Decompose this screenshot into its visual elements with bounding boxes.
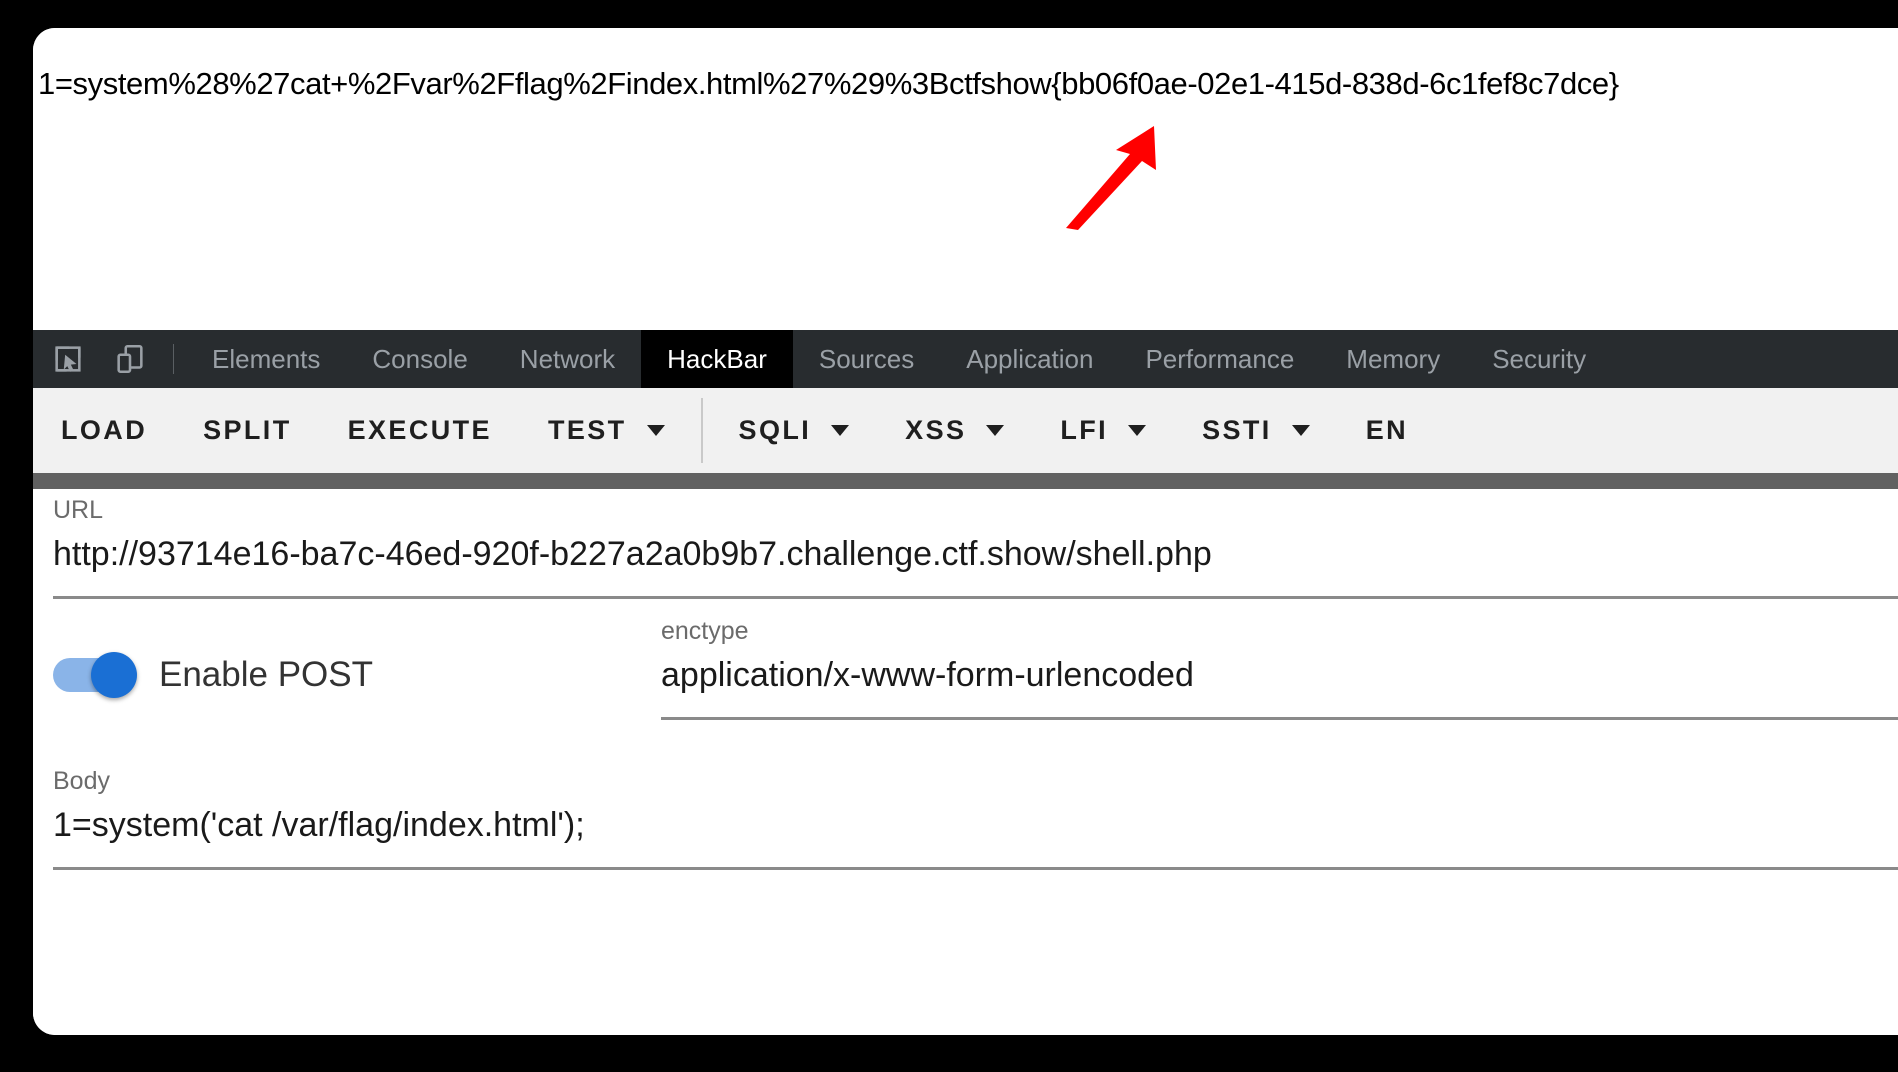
toggle-knob	[91, 652, 137, 698]
tab-sources[interactable]: Sources	[793, 330, 940, 388]
panel-separator	[33, 473, 1898, 489]
body-input[interactable]: 1=system('cat /var/flag/index.html');	[53, 806, 1898, 845]
device-toolbar-icon[interactable]	[99, 330, 161, 388]
hackbar-ssti-label: SSTI	[1202, 415, 1272, 445]
toolbar-divider	[700, 398, 703, 463]
hackbar-execute-button[interactable]: EXECUTE	[320, 388, 520, 473]
response-output-text: 1=system%28%27cat+%2Fvar%2Fflag%2Findex.…	[38, 66, 1619, 101]
hackbar-load-label: LOAD	[61, 415, 148, 445]
url-field-group: URL http://93714e16-ba7c-46ed-920f-b227a…	[53, 496, 1898, 599]
tab-console[interactable]: Console	[346, 330, 493, 388]
inspect-element-icon[interactable]	[37, 330, 99, 388]
enable-post-toggle-group[interactable]: Enable POST	[53, 617, 661, 698]
tab-hackbar[interactable]: HackBar	[641, 330, 793, 388]
hackbar-xss-dropdown[interactable]: XSS	[877, 388, 1032, 473]
tab-security[interactable]: Security	[1466, 330, 1612, 388]
hackbar-execute-label: EXECUTE	[347, 415, 492, 445]
enctype-label: enctype	[661, 617, 749, 645]
hackbar-toolbar: LOAD SPLIT EXECUTE TEST SQLI XSS LFI SST…	[33, 388, 1898, 473]
tab-network[interactable]: Network	[494, 330, 641, 388]
post-row: Enable POST enctype application/x-www-fo…	[53, 617, 1898, 720]
enable-post-label: Enable POST	[159, 655, 373, 694]
body-label: Body	[53, 767, 110, 795]
hackbar-test-dropdown[interactable]: TEST	[520, 388, 693, 473]
red-arrow-icon	[1066, 126, 1156, 230]
body-underline	[53, 867, 1898, 870]
url-label: URL	[53, 496, 104, 524]
chevron-down-icon	[646, 425, 665, 436]
hackbar-load-button[interactable]: LOAD	[33, 388, 175, 473]
chevron-down-icon	[986, 425, 1005, 436]
enctype-input[interactable]: application/x-www-form-urlencoded	[661, 656, 1898, 695]
tab-performance[interactable]: Performance	[1119, 330, 1320, 388]
devtools-tabbar: Elements Console Network HackBar Sources…	[33, 330, 1898, 388]
enctype-field-group: enctype application/x-www-form-urlencode…	[661, 617, 1898, 720]
chevron-down-icon	[1128, 425, 1147, 436]
hackbar-test-label: TEST	[547, 415, 627, 445]
hackbar-ssti-dropdown[interactable]: SSTI	[1174, 388, 1338, 473]
hackbar-sqli-label: SQLI	[738, 415, 812, 445]
browser-page-card: 1=system%28%27cat+%2Fvar%2Fflag%2Findex.…	[33, 28, 1898, 1035]
hackbar-lfi-label: LFI	[1060, 415, 1109, 445]
url-input[interactable]: http://93714e16-ba7c-46ed-920f-b227a2a0b…	[53, 535, 1898, 574]
hackbar-sqli-dropdown[interactable]: SQLI	[711, 388, 878, 473]
hackbar-lfi-dropdown[interactable]: LFI	[1032, 388, 1174, 473]
tab-elements[interactable]: Elements	[186, 330, 346, 388]
chevron-down-icon	[831, 425, 850, 436]
chevron-down-icon	[1291, 425, 1310, 436]
hackbar-split-label: SPLIT	[203, 415, 292, 445]
hackbar-encoding-button[interactable]: EN	[1338, 388, 1436, 473]
hackbar-encoding-label: EN	[1365, 415, 1409, 445]
enctype-underline	[661, 717, 1898, 720]
tabbar-divider	[173, 344, 174, 374]
tab-application[interactable]: Application	[940, 330, 1119, 388]
page-response-area: 1=system%28%27cat+%2Fvar%2Fflag%2Findex.…	[33, 28, 1898, 330]
enable-post-toggle[interactable]	[53, 652, 137, 698]
url-underline	[53, 596, 1898, 599]
body-field-group: Body 1=system('cat /var/flag/index.html'…	[53, 767, 1898, 870]
screenshot-root: 1=system%28%27cat+%2Fvar%2Fflag%2Findex.…	[0, 0, 1898, 1072]
hackbar-split-button[interactable]: SPLIT	[175, 388, 320, 473]
tab-memory[interactable]: Memory	[1320, 330, 1466, 388]
hackbar-form: URL http://93714e16-ba7c-46ed-920f-b227a…	[33, 489, 1898, 1035]
hackbar-xss-label: XSS	[905, 415, 967, 445]
